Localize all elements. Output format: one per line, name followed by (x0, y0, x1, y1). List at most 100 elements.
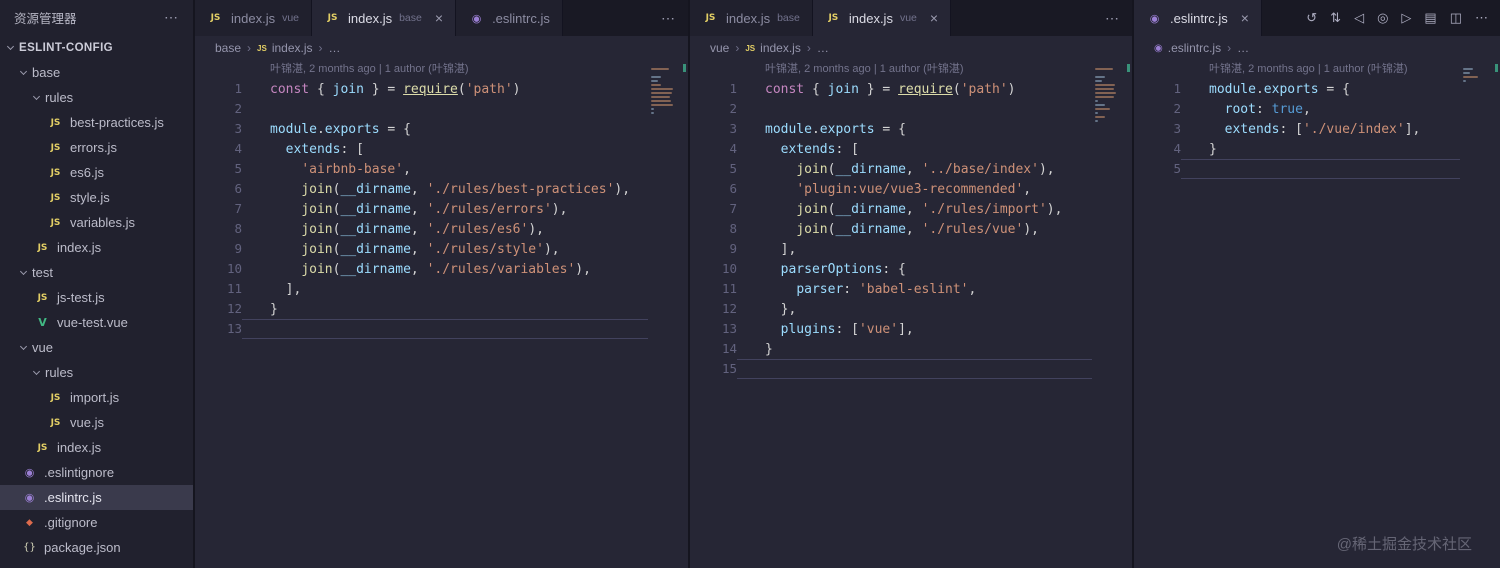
code-line[interactable]: 8 join(__dirname, './rules/es6'), (195, 219, 648, 239)
tree-item-rules[interactable]: rules (0, 360, 193, 385)
line-number: 6 (234, 181, 242, 196)
tab-index.js-vue[interactable]: JS index.js vue (195, 0, 313, 36)
code-line[interactable]: 4 extends: [ (195, 139, 648, 159)
code-line[interactable]: 4} (1134, 139, 1460, 159)
tree-item-index.js[interactable]: JS index.js (0, 235, 193, 260)
open-changes-icon[interactable]: ◎ (1377, 10, 1388, 26)
tree-item-best-practices.js[interactable]: JS best-practices.js (0, 110, 193, 135)
breadcrumb-item[interactable]: ◉ .eslintrc.js (1154, 41, 1221, 55)
breadcrumb-item[interactable]: base (215, 41, 241, 55)
code-line[interactable]: 9 ], (690, 239, 1092, 259)
more-actions-icon[interactable]: ⋯ (1475, 10, 1488, 26)
tree-item-vue.js[interactable]: JS vue.js (0, 410, 193, 435)
tree-item-.eslintignore[interactable]: ◉ .eslintignore (0, 460, 193, 485)
code-line-text: join(__dirname, './rules/best-practices'… (301, 182, 631, 197)
breadcrumb-item[interactable]: … (329, 41, 341, 55)
minimap[interactable] (1460, 60, 1488, 568)
code-line[interactable]: 9 join(__dirname, './rules/style'), (195, 239, 648, 259)
gitlens-annotation[interactable]: 叶锦湛, 2 months ago | 1 author (叶锦湛) (1134, 60, 1460, 79)
code-line[interactable]: 10 parserOptions: { (690, 259, 1092, 279)
code-line[interactable]: 4 extends: [ (690, 139, 1092, 159)
tree-item-.gitignore[interactable]: ◆ .gitignore (0, 510, 193, 535)
code-line[interactable]: 6 join(__dirname, './rules/best-practice… (195, 179, 648, 199)
breadcrumb-separator-icon: › (318, 41, 323, 55)
line-number: 5 (234, 161, 242, 176)
code-line[interactable]: 2 (195, 99, 648, 119)
code-line[interactable]: 11 parser: 'babel-eslint', (690, 279, 1092, 299)
breadcrumb-item[interactable]: … (1237, 41, 1249, 55)
compare-changes-icon[interactable]: ⇅ (1330, 10, 1341, 26)
code-line[interactable]: 2 root: true, (1134, 99, 1460, 119)
tree-item-test[interactable]: test (0, 260, 193, 285)
gitlens-annotation[interactable]: 叶锦湛, 2 months ago | 1 author (叶锦湛) (690, 60, 1092, 79)
code-line[interactable]: 8 join(__dirname, './rules/vue'), (690, 219, 1092, 239)
code-line[interactable]: 7 join(__dirname, './rules/errors'), (195, 199, 648, 219)
more-tabs-icon[interactable]: ⋯ (661, 10, 676, 27)
tree-item-vue-test.vue[interactable]: Vvue-test.vue (0, 310, 193, 335)
tree-item-package.json[interactable]: {} package.json (0, 535, 193, 560)
tree-item-base[interactable]: base (0, 60, 193, 85)
tree-item-label: errors.js (70, 140, 117, 155)
tree-item-index.js[interactable]: JS index.js (0, 435, 193, 460)
timeline-history-icon[interactable]: ↺ (1306, 10, 1317, 26)
tree-item-variables.js[interactable]: JS variables.js (0, 210, 193, 235)
code-line[interactable]: 1 const { join } = require('path') (195, 79, 648, 99)
minimap[interactable] (648, 60, 676, 568)
code-line[interactable]: 14} (690, 339, 1092, 359)
close-icon[interactable]: × (1241, 11, 1249, 25)
tab-.eslintrc.js[interactable]: ◉ .eslintrc.js × (1134, 0, 1262, 36)
scrollbar[interactable] (676, 60, 688, 568)
tree-item-rules[interactable]: rules (0, 85, 193, 110)
tree-item-import.js[interactable]: JS import.js (0, 385, 193, 410)
tab-index.js-vue[interactable]: JS index.js vue × (812, 0, 952, 36)
close-icon[interactable]: × (435, 11, 443, 25)
code-line[interactable]: 6 'plugin:vue/vue3-recommended', (690, 179, 1092, 199)
tree-item-errors.js[interactable]: JS errors.js (0, 135, 193, 160)
js-file-icon: JS (327, 13, 338, 23)
code-line[interactable]: 3 extends: ['./vue/index'], (1134, 119, 1460, 139)
code-line[interactable]: 3 module.exports = { (690, 119, 1092, 139)
breadcrumb-item[interactable]: … (817, 41, 829, 55)
code-line[interactable]: 5 join(__dirname, '../base/index'), (690, 159, 1092, 179)
gitlens-annotation[interactable]: 叶锦湛, 2 months ago | 1 author (叶锦湛) (195, 60, 648, 79)
breadcrumb-item[interactable]: JS index.js (257, 41, 312, 55)
scrollbar[interactable] (1120, 60, 1132, 568)
tree-item-vue[interactable]: vue (0, 335, 193, 360)
editor-group-2: JS index.js base JS index.js vue × ⋯ vue › JS inde… (688, 0, 1132, 568)
more-tabs-icon[interactable]: ⋯ (1105, 10, 1120, 27)
next-revision-icon[interactable]: ▷ (1401, 10, 1411, 26)
code-line[interactable]: 13 (195, 319, 648, 339)
code-line[interactable]: 10 join(__dirname, './rules/variables'), (195, 259, 648, 279)
code-line[interactable]: 3 module.exports = { (195, 119, 648, 139)
project-root-item[interactable]: ESLINT-CONFIG (0, 35, 193, 60)
tab-index.js-base[interactable]: JS index.js base × (312, 0, 457, 36)
close-icon[interactable]: × (930, 11, 938, 25)
code-line[interactable]: 12 }, (690, 299, 1092, 319)
code-line[interactable]: 5 'airbnb-base', (195, 159, 648, 179)
code-line[interactable]: 12} (195, 299, 648, 319)
tree-item-js-test.js[interactable]: JS js-test.js (0, 285, 193, 310)
code-line[interactable]: 11 ], (195, 279, 648, 299)
split-editor-icon[interactable]: ◫ (1450, 10, 1462, 26)
code-line[interactable]: 2 (690, 99, 1092, 119)
tab-.eslintrc.js[interactable]: ◉ .eslintrc.js (456, 0, 563, 36)
tree-item-.eslintrc.js[interactable]: ◉ .eslintrc.js (0, 485, 193, 510)
minimap-line (1095, 88, 1114, 90)
scrollbar[interactable] (1488, 60, 1500, 568)
more-actions-icon[interactable]: ⋯ (164, 9, 179, 26)
code-line[interactable]: 5 (1134, 159, 1460, 179)
previous-revision-icon[interactable]: ◁ (1354, 10, 1364, 26)
tree-item-es6.js[interactable]: JS es6.js (0, 160, 193, 185)
tab-index.js-base[interactable]: JS index.js base (690, 0, 813, 36)
code-line[interactable]: 1 module.exports = { (1134, 79, 1460, 99)
breadcrumb-item[interactable]: vue (710, 41, 729, 55)
code-line[interactable]: 7 join(__dirname, './rules/import'), (690, 199, 1092, 219)
minimap[interactable] (1092, 60, 1120, 568)
breadcrumb-item[interactable]: JS index.js (745, 41, 800, 55)
code-line[interactable]: 13 plugins: ['vue'], (690, 319, 1092, 339)
code-line[interactable]: 1 const { join } = require('path') (690, 79, 1092, 99)
code-line[interactable]: 15 (690, 359, 1092, 379)
tree-item-label: .eslintignore (44, 465, 115, 480)
tree-item-style.js[interactable]: JS style.js (0, 185, 193, 210)
file-annotations-icon[interactable]: ▤ (1424, 10, 1436, 26)
